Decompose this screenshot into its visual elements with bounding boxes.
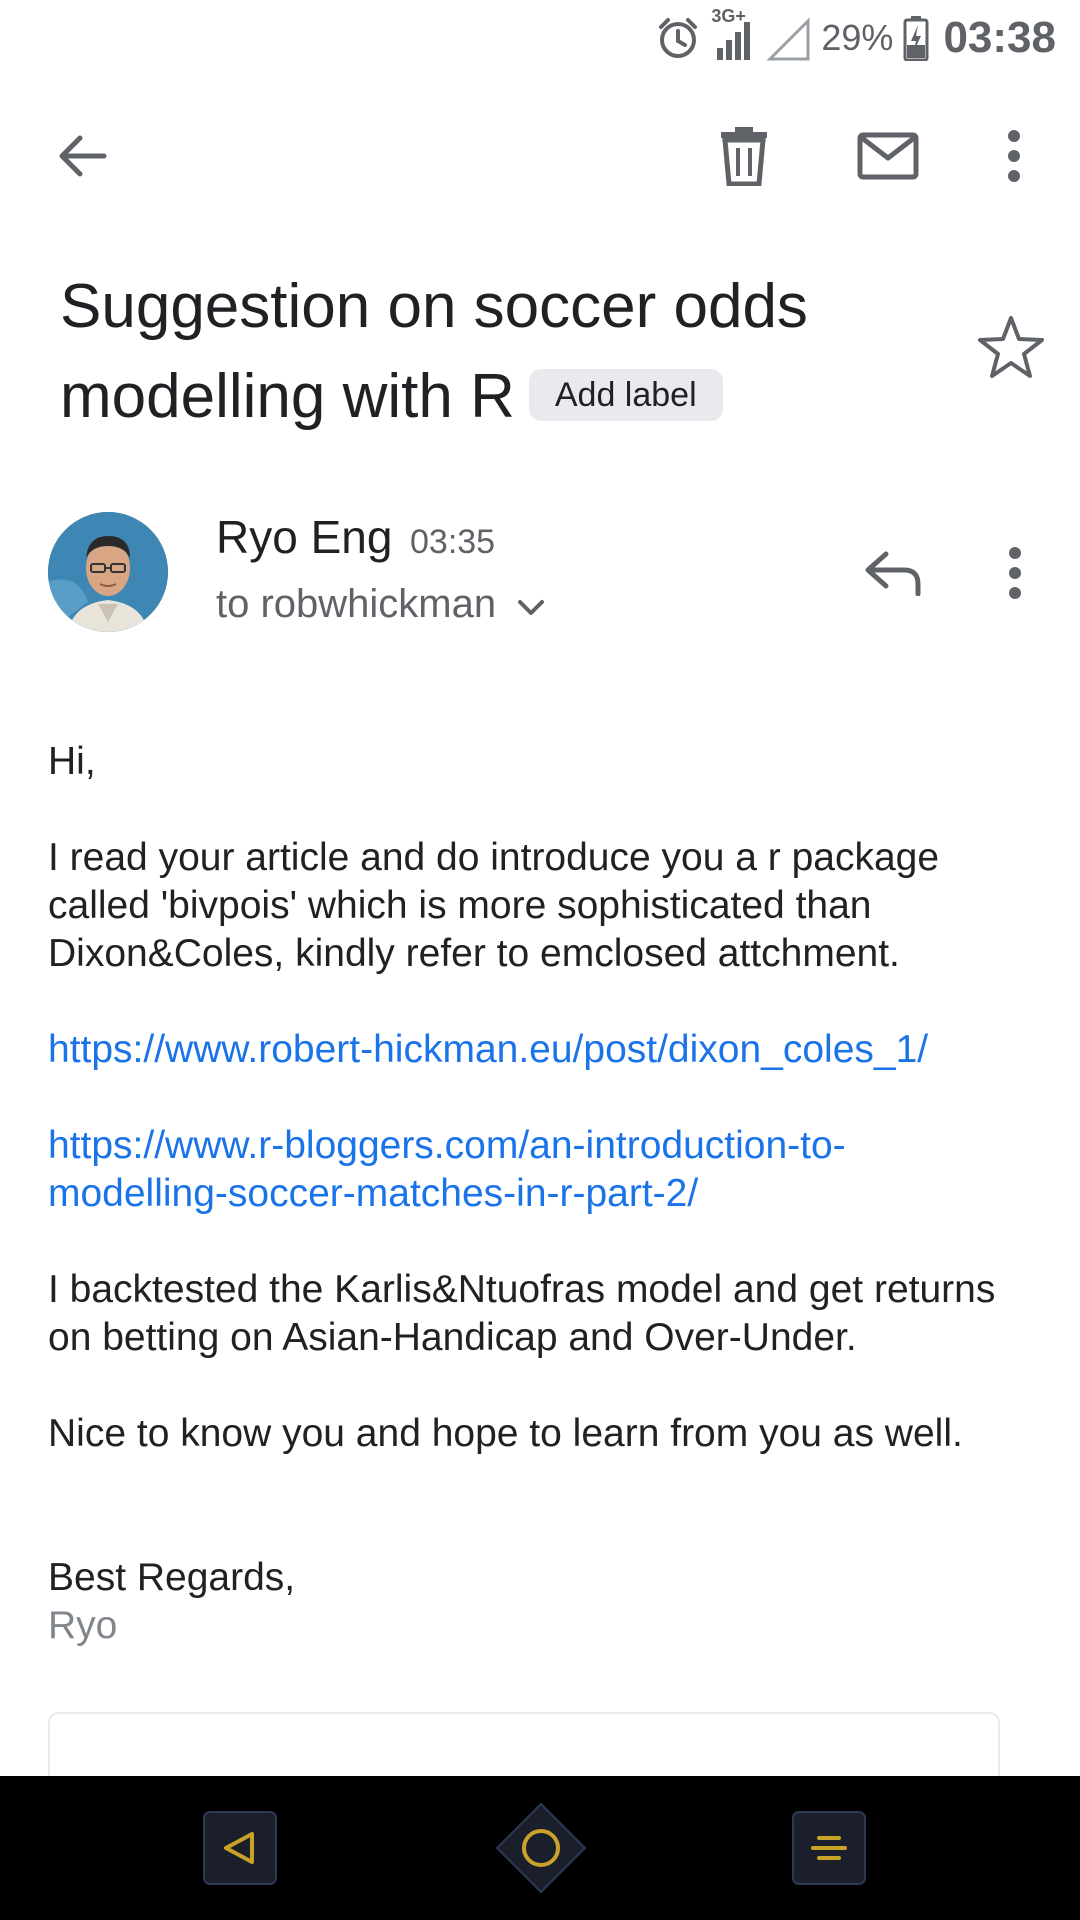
- body-link-paragraph: https://www.robert-hickman.eu/post/dixon…: [48, 1026, 1048, 1074]
- sender-name[interactable]: Ryo Eng: [216, 510, 392, 564]
- battery-charging-icon: [903, 15, 929, 61]
- link-r-bloggers[interactable]: https://www.r-bloggers.com/an-introducti…: [48, 1124, 846, 1215]
- signal-empty-icon: [767, 15, 811, 61]
- signal-icon: 3G+: [711, 6, 757, 62]
- star-icon: [978, 316, 1044, 378]
- nav-back-icon: [203, 1811, 277, 1885]
- chevron-down-icon: [518, 599, 545, 615]
- reply-button[interactable]: [856, 540, 932, 606]
- email-body: Hi, I read your article and do introduce…: [48, 738, 1048, 1650]
- recipient-text: to robwhickman: [216, 582, 497, 626]
- delete-icon: [721, 127, 767, 186]
- overflow-menu-button[interactable]: [976, 118, 1052, 194]
- system-nav-bar: [0, 1776, 1080, 1920]
- network-type: 3G+: [711, 6, 746, 26]
- nav-home-icon: [495, 1802, 587, 1894]
- back-arrow-icon: [59, 135, 107, 177]
- mark-unread-button[interactable]: [850, 118, 926, 194]
- reply-icon: [865, 551, 921, 596]
- body-signature: Ryo: [48, 1604, 118, 1647]
- body-paragraph: I backtested the Karlis&Ntuofras model a…: [48, 1268, 996, 1359]
- nav-back-button[interactable]: [202, 1810, 278, 1886]
- link-robert-hickman[interactable]: https://www.robert-hickman.eu/post/dixon…: [48, 1028, 928, 1071]
- star-button[interactable]: [976, 312, 1046, 382]
- delete-button[interactable]: [706, 118, 782, 194]
- email-toolbar: [0, 100, 1080, 210]
- body-greeting: Hi,: [48, 740, 96, 783]
- nav-recents-button[interactable]: [791, 1810, 867, 1886]
- add-label-button[interactable]: Add label: [528, 368, 723, 421]
- body-closing: Best Regards,: [48, 1556, 296, 1599]
- email-screen: 3G+ 29% 03:38 Suggestion on soccer odds …: [0, 0, 1080, 1920]
- back-button[interactable]: [44, 118, 120, 194]
- mark-unread-icon: [857, 132, 919, 180]
- message-more-button[interactable]: [980, 535, 1050, 611]
- message-time: 03:35: [410, 523, 496, 561]
- status-bar: 3G+ 29% 03:38: [0, 0, 1080, 76]
- nav-home-button[interactable]: [495, 1802, 587, 1894]
- email-subject: Suggestion on soccer odds modelling with…: [60, 262, 940, 442]
- signature-spacer: [48, 1506, 1048, 1554]
- link-r-bloggers-line1: https://www.r-bloggers.com/an-introducti…: [48, 1124, 846, 1167]
- more-vert-icon: [1008, 130, 1020, 182]
- alarm-icon: [655, 15, 701, 61]
- sender-avatar[interactable]: [48, 512, 168, 632]
- recipient-details-toggle[interactable]: to robwhickman: [216, 582, 546, 627]
- clock: 03:38: [943, 13, 1056, 62]
- nav-recents-icon: [792, 1811, 866, 1885]
- battery-percent: 29%: [821, 17, 894, 58]
- body-paragraph: Nice to know you and hope to learn from …: [48, 1412, 963, 1455]
- link-r-bloggers-line2: modelling-soccer-matches-in-r-part-2/: [48, 1172, 699, 1215]
- more-vert-icon: [1009, 547, 1021, 599]
- body-paragraph: I read your article and do introduce you…: [48, 836, 940, 975]
- avatar-photo: [48, 512, 168, 632]
- body-link-paragraph: https://www.r-bloggers.com/an-introducti…: [48, 1122, 1048, 1218]
